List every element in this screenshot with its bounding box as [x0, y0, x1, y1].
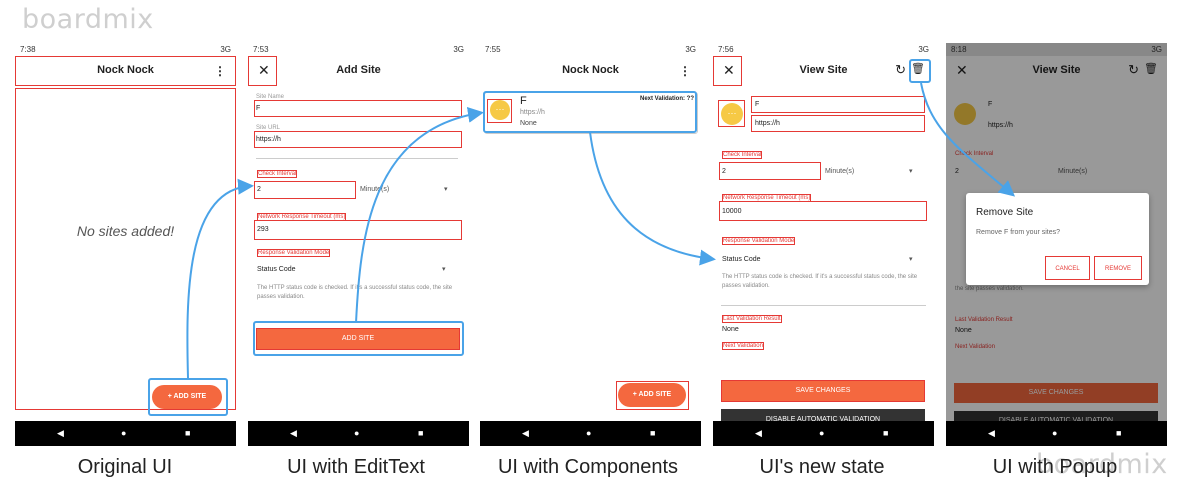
arrow-fab-to-add-site [186, 178, 254, 379]
flow-arrows [186, 82, 1016, 379]
arrow-card-to-view-site [589, 131, 716, 266]
arrow-delete-to-dialog [920, 82, 1016, 197]
arrow-add-site-to-card [355, 106, 484, 324]
